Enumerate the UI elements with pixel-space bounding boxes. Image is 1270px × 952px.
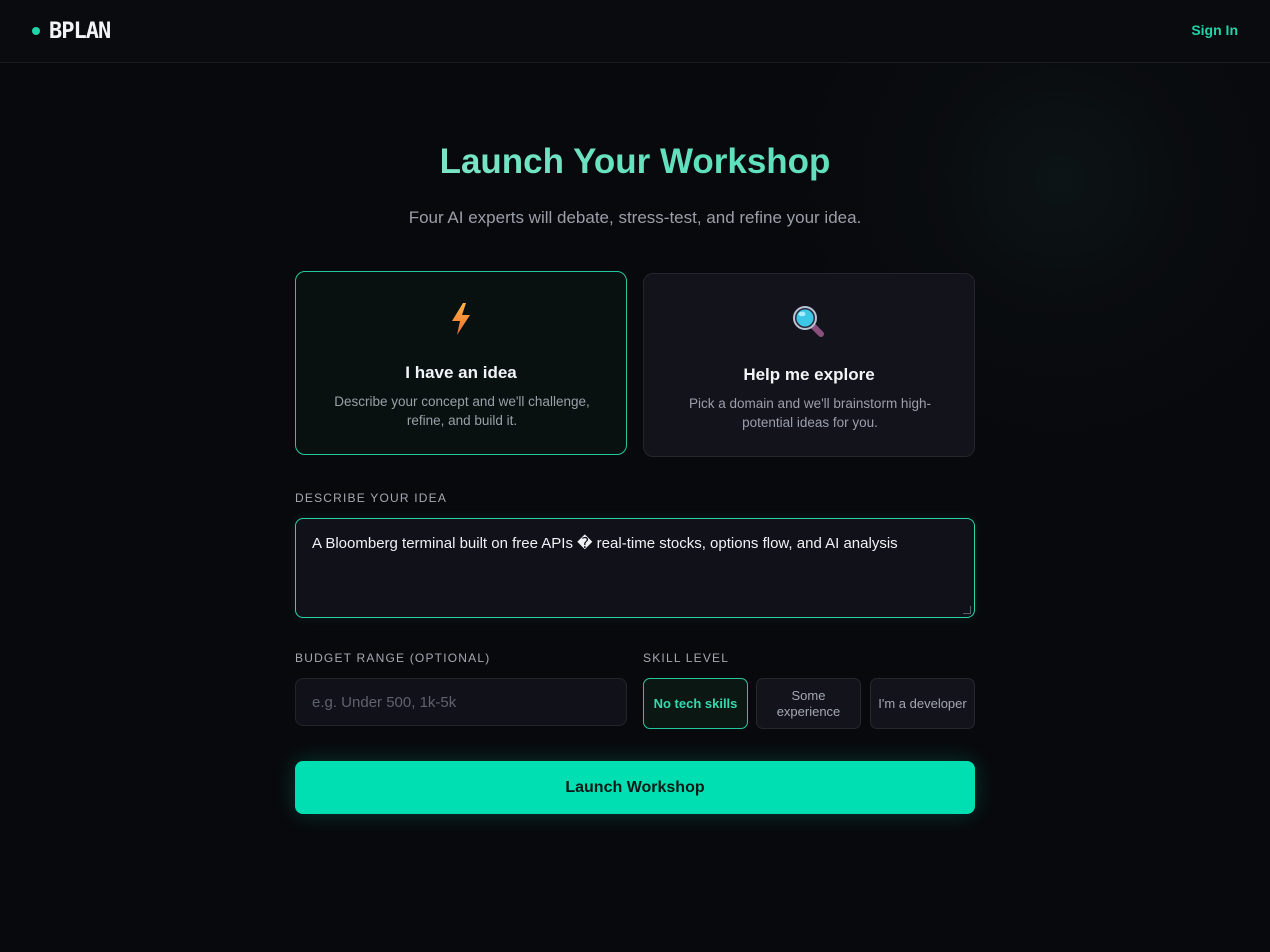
budget-input[interactable] [295,678,627,726]
mode-description: Pick a domain and we'll brainstorm high-… [689,396,931,430]
sign-in-link[interactable]: Sign In [1191,22,1238,38]
budget-field-label: BUDGET RANGE (OPTIONAL) [295,651,491,665]
skill-option-no-tech[interactable]: No tech skills [643,678,748,729]
idea-text: A Bloomberg terminal built on free APIs … [312,535,898,552]
mode-description: Describe your concept and we'll challeng… [334,394,590,428]
mode-title: I have an idea [405,363,517,382]
brand-logo[interactable]: BPLAN [32,18,111,44]
idea-textarea[interactable]: A Bloomberg terminal built on free APIs … [295,518,975,618]
page-title: Launch Your Workshop [0,142,1270,182]
skill-option-some-experience[interactable]: Some experience [756,678,861,729]
launch-workshop-button[interactable]: Launch Workshop [295,761,975,814]
top-navigation-bar: BPLAN Sign In [0,0,1270,63]
page-subtitle: Four AI experts will debate, stress-test… [408,208,862,227]
skill-option-developer[interactable]: I'm a developer [870,678,975,729]
idea-field-label: DESCRIBE YOUR IDEA [295,491,448,505]
magnifying-glass-icon [644,304,974,340]
brand-name: BPLAN [49,18,111,44]
mode-card-have-idea[interactable]: I have an idea Describe your concept and… [295,271,627,455]
mode-title: Help me explore [743,365,875,384]
skill-level-label: SKILL LEVEL [643,651,730,665]
lightning-icon [296,302,626,338]
brand-dot-icon [32,27,40,35]
resize-handle-icon[interactable] [963,606,971,614]
mode-card-help-explore[interactable]: Help me explore Pick a domain and we'll … [643,273,975,457]
